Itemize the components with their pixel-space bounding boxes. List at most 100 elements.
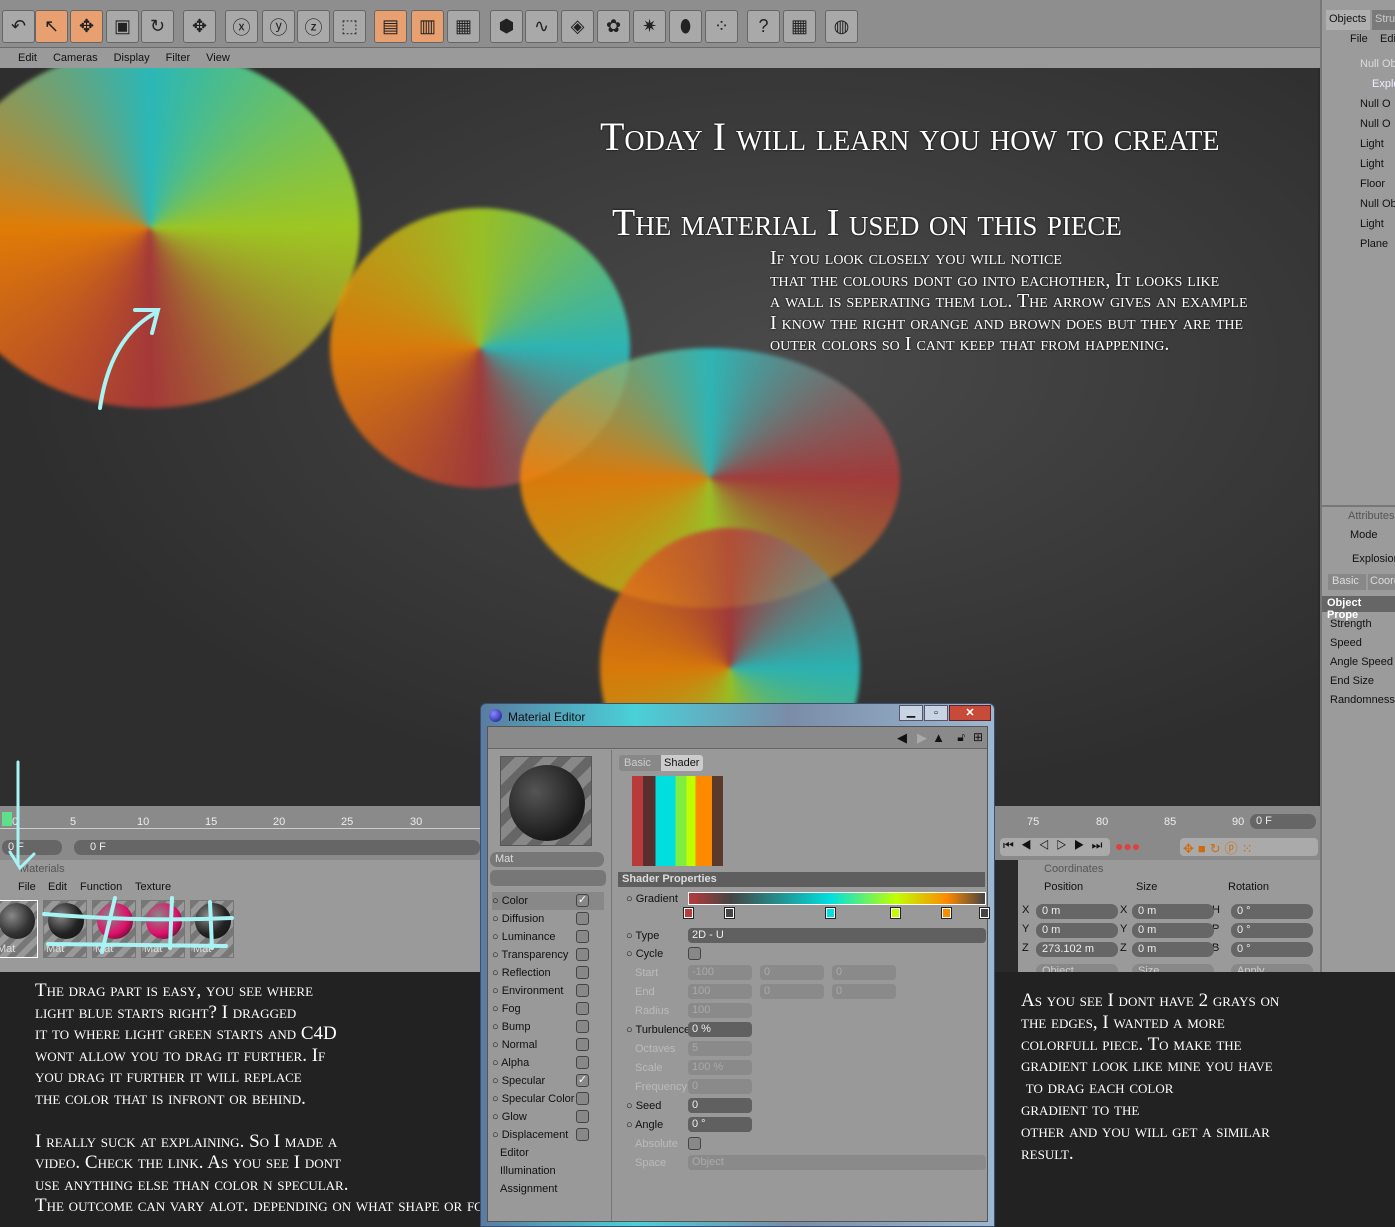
channel-checkbox[interactable] [576,966,589,979]
close-button[interactable]: ✕ [949,705,991,721]
size-field[interactable]: 0 m [1132,942,1214,957]
channel-checkbox[interactable] [576,1020,589,1033]
channel-normal[interactable]: ○ Normal [492,1036,604,1054]
live-select-icon[interactable]: ✥ [183,10,216,43]
object-item[interactable]: Null O [1360,118,1391,130]
material-name-field[interactable]: Mat [490,852,604,867]
gradient-knot[interactable] [979,907,990,919]
new-window-icon[interactable]: ⊞ [973,730,983,744]
tab-structure[interactable]: Stru [1372,10,1395,30]
objects-menu-file[interactable]: File [1350,33,1368,45]
coordinate-system-icon[interactable]: ⬚ [333,10,366,43]
spreadsheet-icon[interactable]: ▦ [783,10,816,43]
param-field[interactable]: 100 [688,984,752,999]
rot-field[interactable]: 0 ° [1231,942,1313,957]
channel-editor[interactable]: Editor [492,1144,604,1162]
channel-checkbox[interactable]: ✓ [576,894,589,907]
keyframe-record-buttons[interactable]: ●●● [1115,838,1175,856]
channel-luminance[interactable]: ○ Luminance [492,928,604,946]
param-checkbox[interactable] [688,947,701,960]
channel-checkbox[interactable] [576,1038,589,1051]
rot-field[interactable]: 0 ° [1231,923,1313,938]
render-settings-icon[interactable]: ▦ [447,10,480,43]
object-item[interactable]: Null Obj [1360,58,1395,70]
gradient-knot[interactable] [825,907,837,919]
gradient-bar[interactable] [688,892,986,905]
pos-field[interactable]: 273.102 m [1036,942,1118,957]
param-strength[interactable]: Strength [1330,618,1372,630]
channel-diffusion[interactable]: ○ Diffusion [492,910,604,928]
render-picture-viewer-icon[interactable]: ▥ [411,10,444,43]
array-icon[interactable]: ✿ [597,10,630,43]
param-field[interactable]: 0 ° [688,1117,752,1132]
channel-checkbox[interactable] [576,984,589,997]
channel-checkbox[interactable] [576,1056,589,1069]
object-item[interactable]: Light [1360,158,1384,170]
pos-field[interactable]: 0 m [1036,923,1118,938]
param-checkbox[interactable] [688,1137,701,1150]
param-end-size[interactable]: End Size [1330,675,1374,687]
param-field[interactable]: 0 [832,965,896,980]
param-field[interactable]: 100 [688,1003,752,1018]
z-axis-icon[interactable]: ⓩ [297,10,330,43]
channel-transparency[interactable]: ○ Transparency [492,946,604,964]
pos-field[interactable]: 0 m [1036,904,1118,919]
channel-checkbox[interactable] [576,912,589,925]
param-field[interactable]: 5 [688,1041,752,1056]
frame-range-slider[interactable]: 0 F [74,840,480,855]
tab-objects[interactable]: Objects [1326,10,1370,30]
tab-coord[interactable]: Coord [1368,574,1395,590]
x-axis-icon[interactable]: ⓧ [225,10,258,43]
param-field[interactable]: 0 [760,965,824,980]
param-field[interactable]: 2D - U [688,928,986,943]
param-angle-speed[interactable]: Angle Speed [1330,656,1393,668]
channel-specular-color[interactable]: ○ Specular Color [492,1090,604,1108]
materials-menu-texture[interactable]: Texture [135,881,171,893]
web-icon[interactable]: ◍ [825,10,858,43]
forward-arrow-icon[interactable]: ▶ [917,730,927,746]
channel-color[interactable]: ○ Color ✓ [492,892,604,910]
channel-checkbox[interactable] [576,948,589,961]
render-view-icon[interactable]: ▤ [374,10,407,43]
undo-icon[interactable]: ↶ [2,10,35,43]
channel-illumination[interactable]: Illumination [492,1162,604,1180]
param-randomness[interactable]: Randomness [1330,694,1395,706]
back-arrow-icon[interactable]: ◀ [897,730,907,746]
menu-cameras[interactable]: Cameras [53,52,98,64]
select-icon[interactable]: ↖ [35,10,68,43]
tab-basic[interactable]: Basic [619,755,661,771]
param-speed[interactable]: Speed [1330,637,1362,649]
menu-edit[interactable]: Edit [18,52,37,64]
end-frame-field[interactable]: 0 F [1250,814,1316,829]
deformer-icon[interactable]: ✷ [633,10,666,43]
object-item[interactable]: Explo [1372,78,1395,90]
help-icon[interactable]: ? [747,10,780,43]
object-item[interactable]: Plane [1360,238,1388,250]
material-preview[interactable] [500,756,592,846]
param-field[interactable]: -100 [688,965,752,980]
lock-icon[interactable]: 🔓︎ [957,730,965,745]
channel-alpha[interactable]: ○ Alpha [492,1054,604,1072]
size-field[interactable]: 0 m [1132,923,1214,938]
environment-icon[interactable]: ⁘ [705,10,738,43]
param-field[interactable]: 0 [688,1079,752,1094]
channel-checkbox[interactable]: ✓ [576,1074,589,1087]
move-icon[interactable]: ✥ [70,10,103,43]
y-axis-icon[interactable]: ⓨ [262,10,295,43]
channel-checkbox[interactable] [576,930,589,943]
param-field[interactable]: 0 [832,984,896,999]
channel-reflection[interactable]: ○ Reflection [492,964,604,982]
param-field[interactable]: Object [688,1155,986,1170]
channel-checkbox[interactable] [576,1128,589,1141]
menu-view[interactable]: View [206,52,230,64]
cube-icon[interactable]: ⬢ [490,10,523,43]
gradient-knot[interactable] [683,907,694,919]
param-field[interactable]: 0 % [688,1022,752,1037]
tab-shader[interactable]: Shader [661,755,703,771]
menu-display[interactable]: Display [114,52,150,64]
channel-checkbox[interactable] [576,1110,589,1123]
gradient-knot[interactable] [724,907,736,919]
object-item[interactable]: Light [1360,218,1384,230]
channel-checkbox[interactable] [576,1092,589,1105]
up-arrow-icon[interactable]: ▲ [932,730,945,745]
